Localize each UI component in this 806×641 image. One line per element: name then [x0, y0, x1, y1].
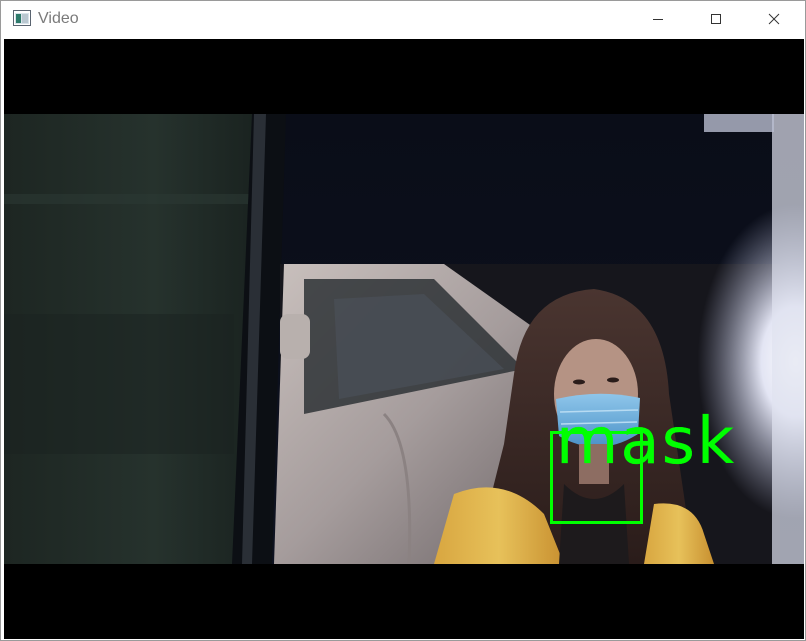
close-button[interactable] — [745, 1, 803, 37]
title-bar[interactable]: Video — [1, 1, 805, 37]
video-frame-image — [4, 114, 804, 564]
maximize-button[interactable] — [687, 1, 745, 37]
minimize-button[interactable] — [629, 1, 687, 37]
minimize-icon — [653, 19, 663, 20]
app-window-icon — [13, 10, 31, 26]
close-icon — [768, 13, 780, 25]
window-title: Video — [38, 10, 79, 27]
detection-label: mask — [556, 405, 736, 479]
video-viewport: mask — [4, 39, 804, 639]
video-window: Video mask — [0, 0, 806, 641]
maximize-icon — [711, 14, 721, 24]
video-frame: mask — [4, 114, 804, 564]
